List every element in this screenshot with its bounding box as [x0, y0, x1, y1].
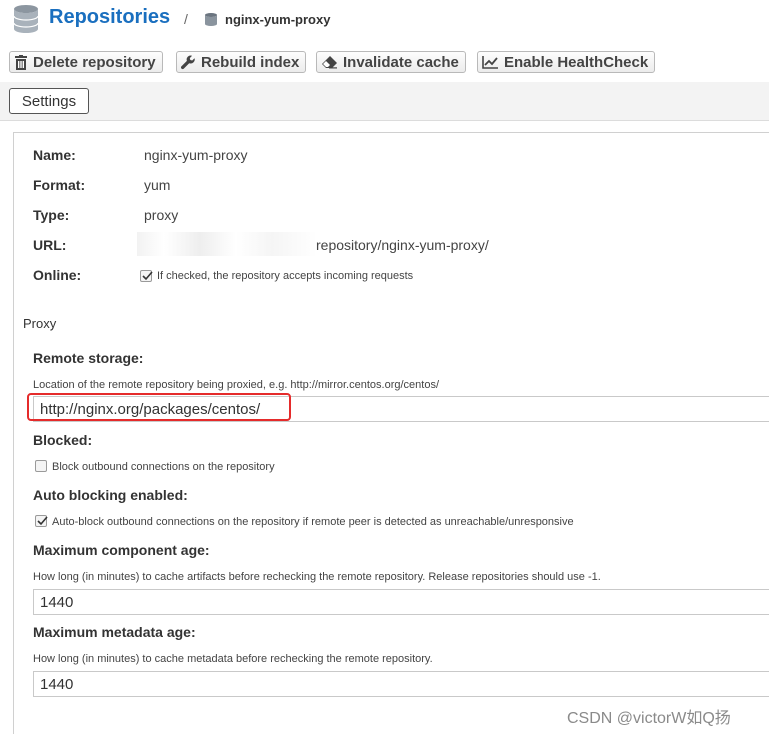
invalidate-cache-button[interactable]: Invalidate cache — [316, 51, 466, 73]
tab-settings[interactable]: Settings — [9, 88, 89, 114]
enable-healthcheck-label: Enable HealthCheck — [504, 53, 649, 71]
blocked-help: Block outbound connections on the reposi… — [52, 461, 275, 473]
format-label: Format: — [33, 177, 86, 193]
highlight-box — [27, 393, 291, 421]
breadcrumb-repo-name: nginx-yum-proxy — [225, 12, 331, 27]
online-label: Online: — [33, 267, 82, 283]
page-header: Repositories / nginx-yum-proxy — [0, 0, 769, 44]
max-metadata-age-label: Maximum metadata age: — [33, 624, 196, 640]
rebuild-index-label: Rebuild index — [201, 53, 300, 71]
tab-bar: Settings — [0, 82, 769, 121]
type-value: proxy — [144, 207, 179, 223]
redacted-host — [137, 232, 317, 256]
delete-repository-button[interactable]: Delete repository — [9, 51, 163, 73]
type-label: Type: — [33, 207, 70, 223]
remote-storage-help: Location of the remote repository being … — [33, 379, 439, 391]
name-value: nginx-yum-proxy — [144, 147, 248, 163]
auto-blocking-checkbox[interactable] — [35, 515, 48, 527]
blocked-checkbox[interactable] — [35, 460, 47, 472]
max-component-age-label: Maximum component age: — [33, 542, 210, 558]
proxy-section-title: Proxy — [23, 316, 57, 331]
database-icon — [13, 5, 39, 33]
max-component-age-input[interactable]: 1440 — [33, 589, 769, 615]
enable-healthcheck-button[interactable]: Enable HealthCheck — [477, 51, 656, 73]
page-title[interactable]: Repositories — [49, 6, 170, 29]
delete-repository-label: Delete repository — [33, 53, 156, 71]
checkmark-icon — [37, 516, 48, 526]
wrench-icon — [181, 55, 195, 69]
name-label: Name: — [33, 147, 76, 163]
online-checkbox[interactable] — [140, 270, 153, 282]
max-metadata-age-help: How long (in minutes) to cache metadata … — [33, 653, 433, 665]
url-label: URL: — [33, 237, 67, 253]
invalidate-cache-label: Invalidate cache — [343, 53, 459, 71]
url-value[interactable]: repository/nginx-yum-proxy/ — [316, 237, 489, 253]
watermark: CSDN @victorW如Q扬 — [567, 710, 731, 727]
online-help: If checked, the repository accepts incom… — [157, 270, 414, 282]
breadcrumb-separator: / — [184, 11, 188, 27]
format-value: yum — [144, 177, 171, 193]
auto-blocking-label: Auto blocking enabled: — [33, 487, 188, 503]
auto-blocking-help: Auto-block outbound connections on the r… — [52, 516, 574, 528]
chart-line-icon — [482, 56, 498, 69]
trash-icon — [15, 54, 27, 70]
blocked-label: Blocked: — [33, 432, 93, 448]
max-metadata-age-input[interactable]: 1440 — [33, 671, 769, 697]
settings-panel — [13, 132, 769, 734]
checkmark-icon — [142, 271, 153, 281]
remote-storage-label: Remote storage: — [33, 350, 144, 366]
toolbar: Delete repository Rebuild index Invalida… — [0, 46, 769, 83]
eraser-icon — [322, 56, 337, 69]
max-component-age-help: How long (in minutes) to cache artifacts… — [33, 571, 601, 583]
rebuild-index-button[interactable]: Rebuild index — [176, 51, 307, 73]
repository-icon — [205, 13, 217, 26]
